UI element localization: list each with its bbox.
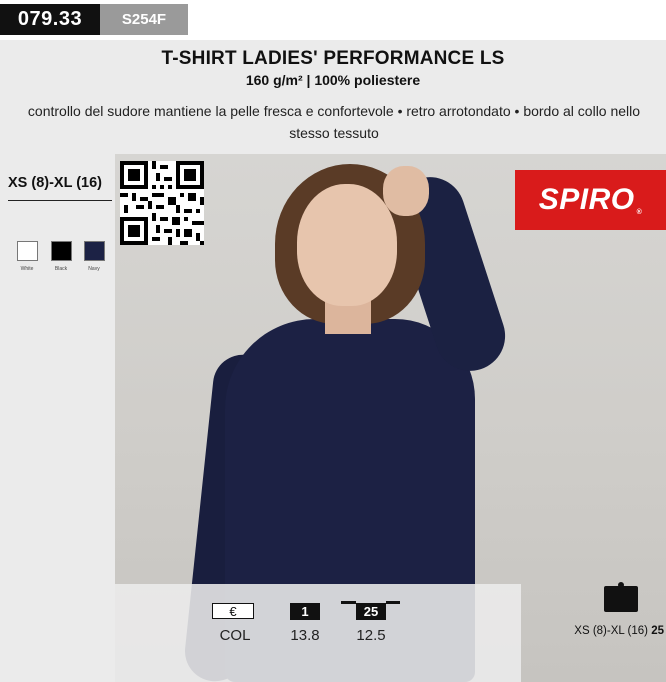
box-icon	[604, 582, 638, 612]
color-column-label: COL	[219, 627, 251, 644]
article-code: S254F	[100, 4, 188, 35]
packaging-quantity: 25	[651, 625, 664, 637]
product-title: T-SHIRT LADIES' PERFORMANCE LS	[161, 48, 505, 69]
qty-tier-2: 25	[356, 603, 386, 620]
color-label-white: White	[20, 266, 34, 272]
price-tier-1: 13.8	[290, 627, 320, 644]
currency-box: €	[212, 603, 254, 619]
color-label-black: Black	[54, 266, 68, 272]
divider	[8, 200, 112, 201]
color-swatch-white[interactable]	[17, 241, 38, 261]
packaging-size-range: XS (8)-XL (16)	[574, 625, 648, 637]
color-swatch-navy[interactable]	[84, 241, 105, 261]
price-tier-2: 12.5	[356, 627, 386, 644]
brand-logo: SPIRO ®	[515, 170, 666, 230]
qty-tier-2-left-bar	[341, 601, 356, 604]
brand-logo-text: SPIRO	[538, 183, 635, 216]
product-code: 079.33	[0, 4, 100, 35]
registered-mark: ®	[636, 209, 643, 216]
product-subtitle: 160 g/m² | 100% poliestere	[245, 72, 421, 88]
size-range: XS (8)-XL (16)	[8, 175, 103, 191]
packaging-info: XS (8)-XL (16) 25	[520, 625, 666, 637]
qty-tier-1: 1	[290, 603, 320, 620]
color-swatch-black[interactable]	[51, 241, 72, 261]
qty-tier-2-right-bar	[386, 601, 400, 604]
product-description: controllo del sudore mantiene la pelle f…	[27, 103, 641, 141]
qr-code-icon[interactable]	[120, 161, 204, 245]
side-panel	[0, 154, 115, 682]
color-label-navy: Navy	[88, 266, 100, 272]
